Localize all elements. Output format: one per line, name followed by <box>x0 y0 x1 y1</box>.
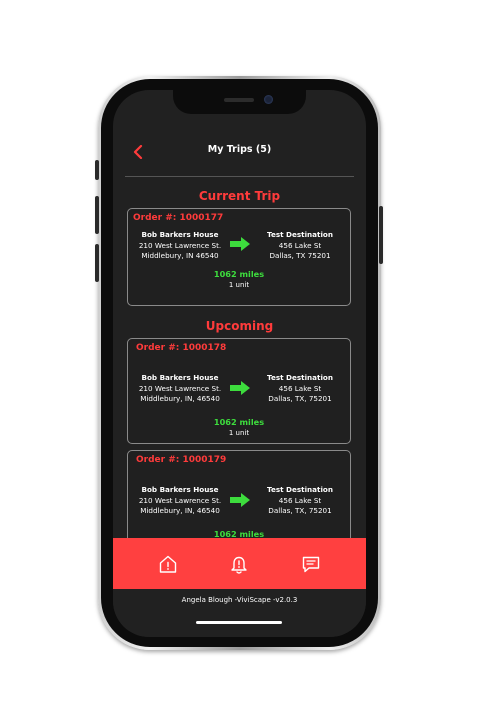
arrow-right-icon <box>230 493 250 507</box>
page-title: My Trips (5) <box>207 144 272 155</box>
header: My Trips (5) <box>113 134 366 177</box>
trip-card-1000178[interactable]: Order #: 1000178 Bob Barkers House 210 W… <box>127 338 351 444</box>
origin-street: 210 West Lawrence St. <box>138 383 222 393</box>
origin-street: 210 West Lawrence St. <box>138 495 222 505</box>
destination-address: Test Destination 456 Lake St Dallas, TX,… <box>252 485 348 517</box>
nav-notifications-button[interactable] <box>226 551 252 577</box>
trip-miles: 1062 miles <box>213 269 265 279</box>
trip-card-1000177[interactable]: Order #: 1000177 Bob Barkers House 210 W… <box>127 208 351 306</box>
phone-power-button <box>379 206 383 264</box>
origin-city: Middlebury, IN 46540 <box>141 251 219 260</box>
trip-units: 1 unit <box>228 429 250 437</box>
home-indicator[interactable] <box>196 621 282 624</box>
destination-name: Test Destination <box>267 485 333 494</box>
footer-version-text: Angela Blough -ViviScape -v2.0.3 <box>181 596 298 604</box>
origin-city: Middlebury, IN, 46540 <box>140 394 220 403</box>
order-number: Order #: 1000177 <box>133 213 224 223</box>
destination-street: 456 Lake St <box>278 495 322 505</box>
bottom-nav <box>113 538 366 589</box>
origin-address: Bob Barkers House 210 West Lawrence St. … <box>132 230 228 262</box>
section-title-current: Current Trip <box>198 189 281 203</box>
nav-messages-button[interactable] <box>298 551 324 577</box>
phone-volume-up-button <box>95 196 99 234</box>
trips-list[interactable]: Current Trip Order #: 1000177 Bob Barker… <box>113 176 366 538</box>
destination-name: Test Destination <box>267 373 333 382</box>
destination-address: Test Destination 456 Lake St Dallas, TX,… <box>252 373 348 405</box>
origin-address: Bob Barkers House 210 West Lawrence St. … <box>132 485 228 517</box>
section-title-upcoming: Upcoming <box>205 319 274 333</box>
nav-home-button[interactable] <box>155 551 181 577</box>
order-number: Order #: 1000179 <box>136 455 227 465</box>
destination-city: Dallas, TX, 75201 <box>268 506 332 515</box>
camera <box>264 95 273 104</box>
destination-street: 456 Lake St <box>278 240 322 250</box>
trip-miles: 1062 miles <box>213 417 265 427</box>
origin-street: 210 West Lawrence St. <box>138 240 222 250</box>
destination-street: 456 Lake St <box>278 383 322 393</box>
phone-volume-down-button <box>95 244 99 282</box>
trip-card-1000179[interactable]: Order #: 1000179 Bob Barkers House 210 W… <box>127 450 351 538</box>
origin-address: Bob Barkers House 210 West Lawrence St. … <box>132 373 228 405</box>
message-alert-icon <box>302 556 320 573</box>
order-number: Order #: 1000178 <box>136 343 227 353</box>
destination-address: Test Destination 456 Lake St Dallas, TX … <box>252 230 348 262</box>
home-alert-icon <box>159 555 177 573</box>
destination-city: Dallas, TX 75201 <box>269 251 331 260</box>
origin-city: Middlebury, IN, 46540 <box>140 506 220 515</box>
footer: Angela Blough -ViviScape -v2.0.3 <box>113 589 366 637</box>
notch <box>173 90 306 114</box>
phone-side-button <box>95 160 99 180</box>
arrow-right-icon <box>230 237 250 251</box>
trip-miles: 1062 miles <box>213 529 265 538</box>
speaker <box>224 98 254 102</box>
arrow-right-icon <box>230 381 250 395</box>
destination-name: Test Destination <box>267 230 333 239</box>
trip-units: 1 unit <box>228 281 250 289</box>
bell-alert-icon <box>231 556 247 574</box>
origin-name: Bob Barkers House <box>141 230 219 239</box>
origin-name: Bob Barkers House <box>141 373 219 382</box>
origin-name: Bob Barkers House <box>141 485 219 494</box>
destination-city: Dallas, TX, 75201 <box>268 394 332 403</box>
screen: My Trips (5) Current Trip Order #: 10001… <box>113 90 366 637</box>
